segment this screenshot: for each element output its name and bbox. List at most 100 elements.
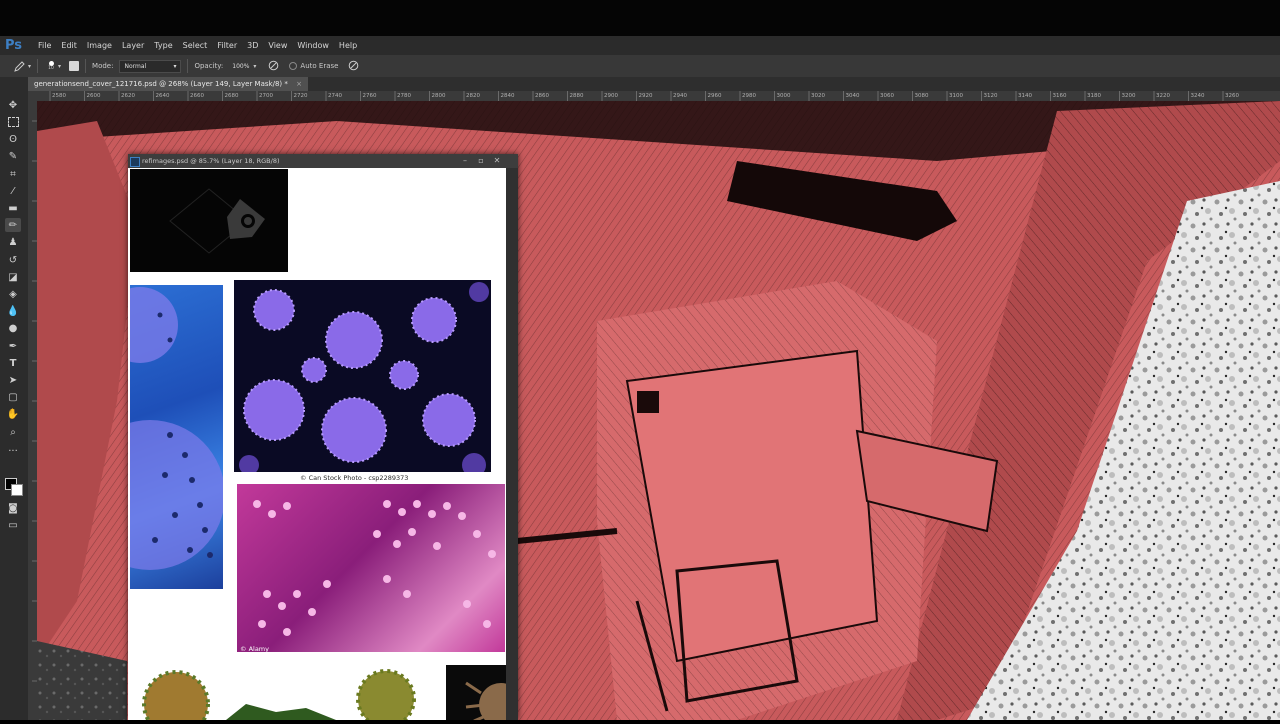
menu-image[interactable]: Image	[82, 36, 117, 55]
menu-window[interactable]: Window	[292, 36, 334, 55]
ruler-tick-label: 2640	[155, 93, 170, 99]
more-tools-icon[interactable]: ···	[5, 444, 21, 458]
floating-window-title: refimages.psd @ 85.7% (Layer 18, RGB/8)	[142, 157, 280, 165]
close-icon[interactable]: ✕	[490, 154, 504, 168]
brush-panel-icon[interactable]	[69, 61, 80, 71]
ruler-tick-label: 2740	[328, 93, 342, 99]
eyedropper-tool-icon[interactable]: ⁄	[5, 184, 21, 198]
image-credit-alamy: © Alamy	[240, 645, 269, 653]
ruler-tick-label: 3240	[1190, 93, 1205, 99]
menu-edit[interactable]: Edit	[56, 36, 82, 55]
mode-select-value: Normal	[124, 62, 147, 70]
ruler-tick-label: 2800	[431, 93, 446, 99]
menu-view[interactable]: View	[263, 36, 292, 55]
vertical-ruler	[28, 101, 37, 720]
menu-bar: Ps File Edit Image Layer Type Select Fil…	[0, 36, 1280, 55]
lasso-tool-icon[interactable]: ʘ	[5, 132, 21, 146]
ruler-tick-label: 2580	[52, 93, 66, 99]
menu-layer[interactable]: Layer	[117, 36, 149, 55]
menu-3d[interactable]: 3D	[242, 36, 263, 55]
shape-tool-icon[interactable]: ▢	[5, 390, 21, 404]
ruler-tick-label: 2880	[569, 93, 584, 99]
document-tab-title: generationsend_cover_121716.psd @ 268% (…	[34, 80, 288, 88]
clone-stamp-tool-icon[interactable]: ♟	[5, 235, 21, 249]
document-tab[interactable]: generationsend_cover_121716.psd @ 268% (…	[28, 77, 308, 91]
ruler-tick-label: 2820	[466, 93, 480, 99]
menu-help[interactable]: Help	[334, 36, 362, 55]
marquee-tool-icon[interactable]	[5, 115, 21, 129]
divider	[187, 59, 189, 73]
maximize-icon[interactable]: ▫	[474, 154, 488, 168]
reference-image-logo	[130, 169, 288, 272]
ruler-tick-label: 2780	[397, 93, 411, 99]
brush-preset-picker[interactable]: 10	[44, 61, 58, 71]
ruler-tick-label: 2980	[742, 93, 756, 99]
screen-top-bar	[0, 0, 1280, 36]
pressure-size-icon[interactable]	[348, 60, 359, 73]
ruler-tick-label: 3020	[811, 93, 825, 99]
ruler-tick-label: 3060	[880, 93, 894, 99]
paint-bucket-tool-icon[interactable]: ◈	[5, 287, 21, 301]
photoshop-logo: Ps	[5, 38, 23, 53]
ruler-tick-label: 3180	[1087, 93, 1101, 99]
type-tool-icon[interactable]: T	[5, 356, 21, 370]
ruler-ticks-graphic	[32, 120, 37, 682]
purple-virus-graphic	[239, 282, 489, 472]
chevron-down-icon[interactable]: ▾	[253, 63, 256, 70]
opacity-value: 100%	[232, 62, 250, 70]
floating-window-titlebar[interactable]: refimages.psd @ 85.7% (Layer 18, RGB/8) …	[128, 154, 518, 168]
float-scrollbar[interactable]	[506, 168, 518, 720]
mode-select[interactable]: Normal ▾	[119, 59, 182, 73]
healing-brush-tool-icon[interactable]: ▬	[5, 201, 21, 215]
zoom-tool-icon[interactable]: ⌕	[5, 425, 21, 439]
pressure-opacity-icon[interactable]	[268, 60, 279, 73]
menu-select[interactable]: Select	[178, 36, 213, 55]
logo-mark-icon	[169, 188, 265, 254]
floating-document-window[interactable]: refimages.psd @ 85.7% (Layer 18, RGB/8) …	[128, 154, 518, 720]
menu-type[interactable]: Type	[149, 36, 177, 55]
brush-size-value: 10	[48, 66, 54, 71]
minimize-icon[interactable]: –	[458, 154, 472, 168]
divider	[85, 59, 87, 73]
quick-mask-icon[interactable]: ◙	[5, 501, 21, 515]
auto-erase-checkbox[interactable]	[289, 62, 298, 70]
chevron-down-icon[interactable]: ▾	[58, 63, 61, 70]
quick-select-tool-icon[interactable]: ✎	[5, 149, 21, 163]
menu-file[interactable]: File	[33, 36, 56, 55]
ruler-tick-label: 2700	[259, 93, 273, 99]
dark-virus-graphic	[465, 681, 506, 720]
screen-mode-icon[interactable]: ▭	[5, 518, 21, 532]
ruler-tick-label: 2960	[707, 93, 722, 99]
background-color-swatch[interactable]	[11, 484, 23, 496]
ruler-tick-label: 2720	[293, 93, 308, 99]
chevron-down-icon: ▾	[173, 62, 177, 70]
image-credit-canstock: © Can Stock Photo - csp2289373	[300, 474, 409, 482]
chevron-down-icon[interactable]: ▾	[28, 63, 31, 70]
path-select-tool-icon[interactable]: ➤	[5, 373, 21, 387]
auto-erase-label: Auto Erase	[300, 62, 339, 70]
ruler-tick-label: 2940	[673, 93, 687, 99]
pen-tool-icon[interactable]: ✒	[5, 339, 21, 353]
ruler-tick-label: 3140	[1018, 93, 1032, 99]
opacity-field[interactable]: 100%	[228, 61, 253, 72]
close-icon[interactable]: ×	[296, 80, 302, 88]
dodge-tool-icon[interactable]: ●	[5, 321, 21, 335]
menu-filter[interactable]: Filter	[212, 36, 242, 55]
ruler-tick-label: 3260	[1225, 93, 1239, 99]
move-tool-icon[interactable]: ✥	[5, 98, 21, 112]
pink-cells-graphic	[253, 500, 496, 636]
pencil-tool-icon[interactable]	[12, 60, 26, 72]
blur-tool-icon[interactable]: 💧	[5, 304, 21, 318]
hand-tool-icon[interactable]: ✋	[5, 407, 21, 421]
history-brush-tool-icon[interactable]: ↺	[5, 253, 21, 267]
divider	[37, 59, 39, 73]
eraser-tool-icon[interactable]: ◪	[5, 270, 21, 284]
pencil-tool-icon[interactable]: ✏	[5, 218, 21, 232]
tools-panel: ✥ ʘ ✎ ⌗ ⁄ ▬ ✏ ♟ ↺ ◪ ◈ 💧 ● ✒ T ➤ ▢ ✋ ⌕ ··…	[0, 77, 29, 720]
ruler-tick-label: 3120	[983, 93, 998, 99]
ruler-tick-label: 3160	[1052, 93, 1067, 99]
ruler-tick-label: 2920	[638, 93, 653, 99]
photoshop-small-icon	[130, 157, 140, 167]
crop-tool-icon[interactable]: ⌗	[5, 167, 21, 181]
green-virus-graphic	[142, 669, 416, 720]
